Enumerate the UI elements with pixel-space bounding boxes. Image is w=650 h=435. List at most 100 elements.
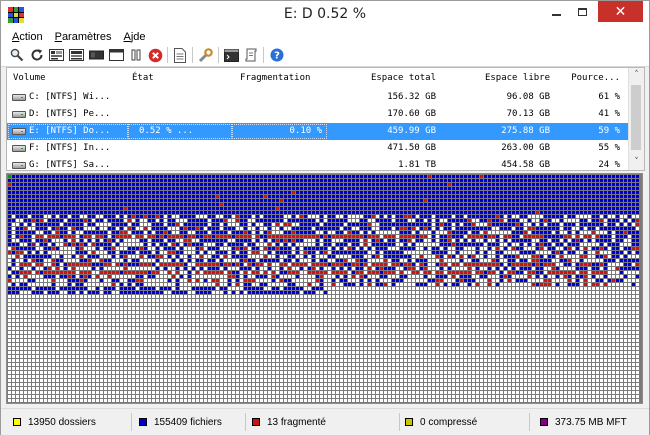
status-fragmented-label: 13 fragmenté — [267, 416, 326, 428]
menu-action[interactable]: Action — [1, 30, 49, 44]
volume-free: 275.88 GB — [501, 126, 550, 136]
menu-settings-mnemonic: P — [54, 31, 62, 43]
close-icon: ✕ — [614, 3, 627, 20]
menu-help-mnemonic: A — [123, 31, 131, 43]
settings-icon[interactable] — [197, 47, 213, 63]
volume-percent: 24 % — [598, 160, 620, 170]
scroll-up-icon[interactable]: ˄ — [629, 68, 644, 83]
cluster-map[interactable] — [6, 173, 643, 404]
status-mft: 373.75 MB MFT — [540, 409, 627, 435]
toolbar-separator — [218, 47, 219, 63]
volume-percent: 61 % — [598, 92, 620, 102]
status-bar: 13950 dossiers 155409 fichiers 13 fragme… — [1, 408, 649, 435]
help-icon[interactable]: ? — [269, 47, 285, 63]
full-optimize-icon[interactable] — [68, 47, 84, 63]
volume-fragmentation — [227, 157, 322, 170]
script-icon[interactable] — [243, 47, 259, 63]
pause-icon[interactable] — [128, 47, 144, 63]
column-header-volume[interactable]: Volume — [13, 70, 103, 87]
quick-optimize-icon[interactable] — [48, 47, 64, 63]
toolbar-separator — [192, 47, 193, 63]
drive-icon — [12, 94, 26, 101]
column-header-percent[interactable]: Pource... — [565, 70, 620, 87]
volume-free: 263.00 GB — [501, 143, 550, 153]
mft-optimize-icon[interactable] — [88, 47, 104, 63]
menu-settings[interactable]: Paramètres — [49, 30, 118, 44]
app-window: E: D 0.52 % ✕ Action Paramètres Ajde ? V… — [0, 0, 650, 435]
minimize-button[interactable] — [543, 1, 569, 22]
status-separator — [245, 413, 246, 431]
volume-name: C: [NTFS] Wi... — [29, 92, 111, 102]
column-header-state[interactable]: État — [132, 70, 212, 87]
menu-help-label: jde — [130, 31, 146, 43]
column-header-fragmentation[interactable]: Fragmentation — [240, 70, 340, 87]
vertical-scrollbar[interactable]: ˄ ˅ — [628, 68, 644, 170]
volume-row[interactable]: G: [NTFS] Sa... 1.81 TB 454.58 GB 24 % — [7, 157, 630, 170]
volume-fragmentation — [227, 89, 322, 106]
menu-settings-label: aramètres — [61, 31, 112, 43]
cluster-map-canvas — [7, 174, 642, 403]
analyze-icon[interactable] — [9, 47, 25, 63]
volume-state — [132, 157, 222, 170]
menu-action-label: ction — [19, 31, 43, 43]
menu-bar: Action Paramètres Ajde — [1, 30, 649, 44]
status-separator — [399, 413, 400, 431]
volume-free: 454.58 GB — [501, 160, 550, 170]
drive-icon — [12, 111, 26, 118]
legend-swatch-files — [139, 418, 147, 426]
volume-row[interactable]: D: [NTFS] Pe... 170.60 GB 70.13 GB 41 % — [7, 106, 630, 123]
window-toggle-icon[interactable] — [108, 47, 124, 63]
drive-icon — [12, 145, 26, 152]
volume-name: G: [NTFS] Sa... — [29, 160, 111, 170]
svg-text:?: ? — [274, 51, 280, 62]
volume-total: 1.81 TB — [398, 160, 436, 170]
legend-swatch-compressed — [405, 418, 413, 426]
status-mft-label: 373.75 MB MFT — [555, 416, 627, 428]
status-files-label: 155409 fichiers — [154, 416, 222, 428]
volume-fragmentation — [227, 106, 322, 123]
column-header-free[interactable]: Espace libre — [447, 70, 550, 87]
defragment-icon[interactable] — [29, 47, 45, 63]
volume-name: F: [NTFS] In... — [29, 143, 111, 153]
status-compressed-label: 0 compressé — [420, 416, 478, 428]
status-compressed: 0 compressé — [405, 409, 477, 435]
volume-state — [132, 140, 222, 157]
menu-help[interactable]: Ajde — [117, 30, 151, 44]
status-directories-label: 13950 dossiers — [28, 416, 96, 428]
volume-total: 471.50 GB — [387, 143, 436, 153]
volume-name: D: [NTFS] Pe... — [29, 109, 111, 119]
volume-percent: 59 % — [598, 126, 620, 136]
status-separator — [131, 413, 132, 431]
volume-row[interactable]: F: [NTFS] In... 471.50 GB 263.00 GB 55 % — [7, 140, 630, 157]
close-button[interactable]: ✕ — [598, 1, 643, 22]
toolbar: ? — [1, 44, 649, 67]
volume-fragmentation: 0.10 % — [289, 126, 322, 136]
stop-icon[interactable] — [147, 47, 163, 63]
volume-state — [132, 106, 222, 123]
volume-row[interactable]: C: [NTFS] Wi... 156.32 GB 96.08 GB 61 % — [7, 89, 630, 106]
volume-row-selected[interactable]: E: [NTFS] Do... 0.52 % ... 0.10 % 459.99… — [7, 123, 630, 140]
scroll-thumb[interactable] — [631, 85, 641, 150]
drive-icon — [12, 162, 26, 169]
maximize-icon — [577, 7, 587, 16]
title-bar: E: D 0.52 % ✕ — [1, 1, 649, 30]
volume-total: 459.99 GB — [387, 126, 436, 136]
column-header-total[interactable]: Espace total — [337, 70, 436, 87]
volume-percent: 41 % — [598, 109, 620, 119]
volume-free: 96.08 GB — [506, 92, 550, 102]
legend-swatch-fragmented — [252, 418, 260, 426]
status-files: 155409 fichiers — [139, 409, 222, 435]
volume-state: 0.52 % ... — [139, 126, 194, 136]
legend-swatch-directories — [13, 418, 21, 426]
volume-list[interactable]: Volume État Fragmentation Espace total E… — [6, 67, 645, 171]
report-icon[interactable] — [172, 47, 188, 63]
toolbar-separator — [167, 47, 168, 63]
list-header: Volume État Fragmentation Espace total E… — [7, 70, 630, 87]
toolbar-separator — [263, 47, 264, 63]
boot-time-icon[interactable] — [223, 47, 239, 63]
scroll-down-icon[interactable]: ˅ — [629, 155, 644, 170]
volume-total: 170.60 GB — [387, 109, 436, 119]
drive-icon — [12, 128, 26, 135]
volume-name: E: [NTFS] Do... — [29, 126, 111, 136]
maximize-button[interactable] — [569, 1, 595, 22]
